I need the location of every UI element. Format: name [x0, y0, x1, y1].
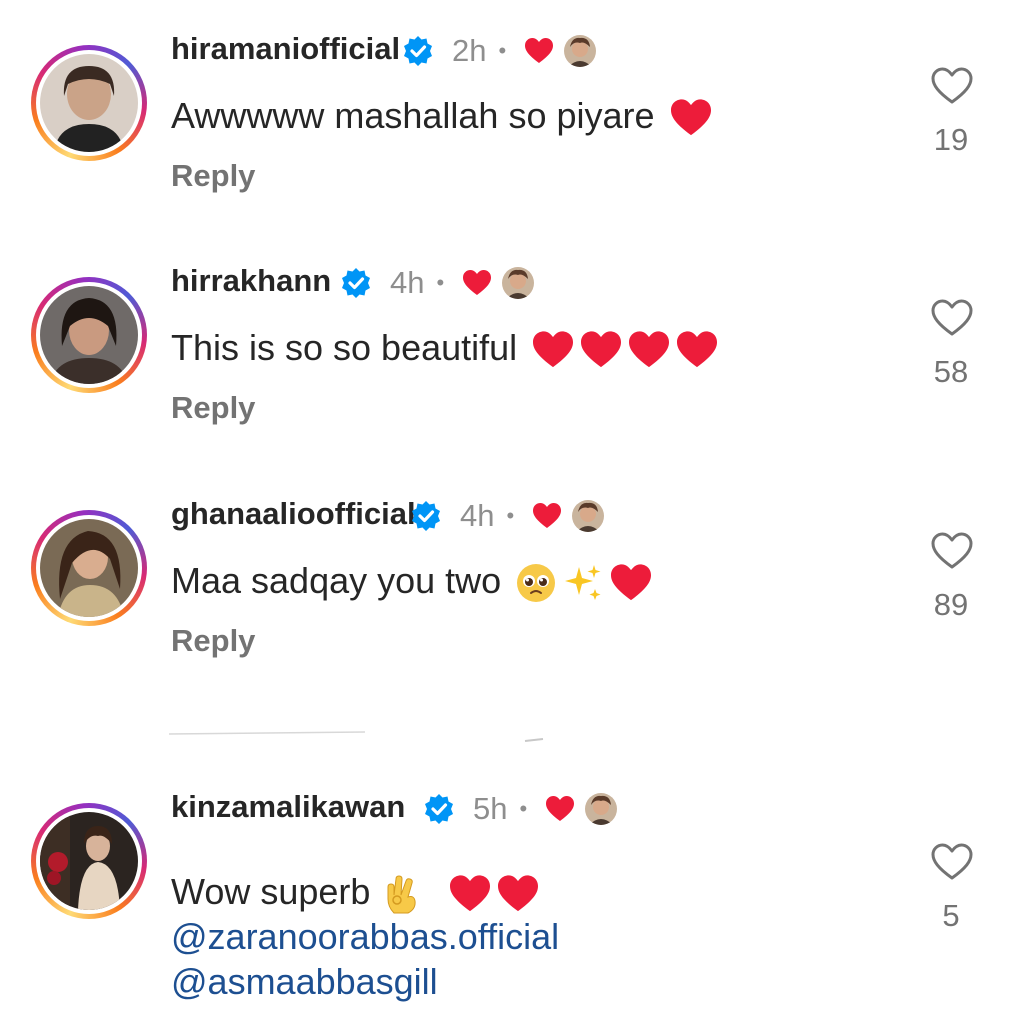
author-liked-heart-icon: [463, 270, 492, 295]
comment-timestamp: 2h: [452, 33, 487, 68]
separator-dot: •: [506, 503, 515, 528]
comment-username[interactable]: ghanaalioofficial: [171, 496, 416, 532]
separator-dot: •: [436, 270, 445, 295]
red-heart-emoji-icon: [498, 875, 539, 912]
like-count: 5: [942, 898, 960, 933]
heart-outline-icon[interactable]: [931, 843, 973, 881]
comment-meta: 5h •: [423, 791, 618, 827]
red-heart-emoji-icon: [581, 331, 622, 368]
comment-meta: 2h •: [402, 33, 597, 69]
comment-text-body: Maa sadqay you two: [171, 560, 502, 601]
comment-username[interactable]: kinzamalikawan: [171, 789, 405, 825]
verified-badge-icon: [412, 501, 440, 531]
red-heart-emoji-icon: [533, 331, 574, 368]
author-mini-avatar: [502, 267, 535, 299]
avatar[interactable]: [31, 803, 147, 919]
avatar[interactable]: [31, 277, 147, 393]
comment-timestamp: 4h: [390, 265, 425, 300]
reply-button[interactable]: Reply: [171, 390, 255, 426]
author-liked-heart-icon: [546, 796, 575, 821]
reply-button[interactable]: Reply: [171, 623, 255, 659]
author-mini-avatar: [564, 35, 597, 67]
heart-outline-icon[interactable]: [931, 67, 973, 105]
like-count: 58: [933, 354, 969, 389]
comment-text-body: This is so so beautiful: [171, 327, 518, 368]
comment-text-body: Awwwww mashallah so piyare: [171, 95, 655, 136]
ok-hand-emoji-icon: [387, 875, 417, 914]
avatar[interactable]: [31, 45, 147, 161]
comment-text: Awwwww mashallah so piyare: [171, 95, 713, 138]
avatar[interactable]: [31, 510, 147, 626]
heart-outline-icon[interactable]: [931, 299, 973, 337]
verified-badge-icon: [425, 794, 453, 824]
comment-meta: 4h •: [410, 498, 605, 534]
comment-username[interactable]: hirrakhann: [171, 263, 331, 299]
sparkles-emoji-icon: [565, 565, 601, 601]
comment-username[interactable]: hiramaniofficial: [171, 31, 400, 67]
author-liked-heart-icon: [525, 38, 554, 63]
like-count: 19: [933, 122, 969, 157]
mention-link[interactable]: @zaranoorabbas.official: [171, 916, 559, 958]
red-heart-emoji-icon: [450, 875, 491, 912]
comment-meta: 4h •: [340, 265, 535, 301]
author-mini-avatar: [585, 793, 618, 825]
separator-dot: •: [498, 38, 507, 63]
verified-badge-icon: [342, 268, 370, 298]
red-heart-emoji-icon: [670, 99, 711, 136]
reply-button[interactable]: Reply: [171, 158, 255, 194]
separator-dot: •: [519, 796, 528, 821]
like-count: 89: [933, 587, 969, 622]
red-heart-emoji-icon: [611, 564, 652, 601]
verified-badge-icon: [404, 36, 432, 66]
comment-text-body: Wow superb: [171, 871, 371, 912]
divider: [168, 731, 544, 742]
heart-outline-icon[interactable]: [931, 532, 973, 570]
author-mini-avatar: [572, 500, 605, 532]
comment-timestamp: 4h: [460, 498, 495, 533]
red-heart-emoji-icon: [629, 331, 670, 368]
comment-timestamp: 5h: [473, 791, 508, 826]
comment-text: This is so so beautiful: [171, 327, 719, 370]
mention-link[interactable]: @asmaabbasgill: [171, 961, 438, 1003]
pleading-face-emoji-icon: [517, 564, 556, 603]
author-liked-heart-icon: [533, 503, 562, 528]
comment-text: Wow superb: [171, 871, 540, 915]
red-heart-emoji-icon: [677, 331, 718, 368]
comment-text: Maa sadqay you two: [171, 560, 653, 605]
